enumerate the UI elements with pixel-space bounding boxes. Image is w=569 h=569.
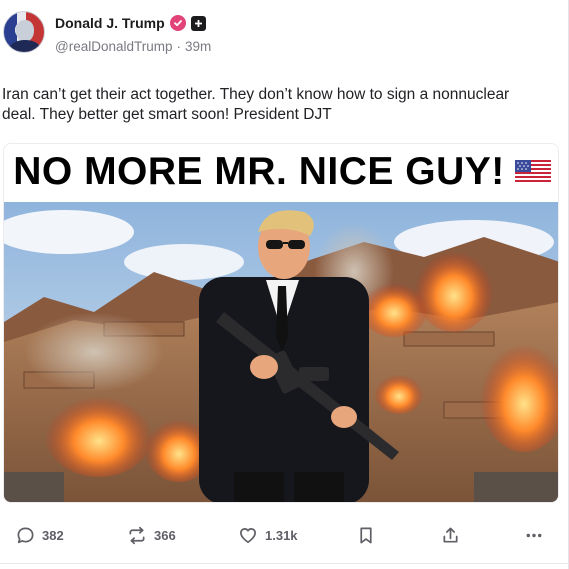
divider <box>0 563 569 564</box>
avatar-face <box>16 20 34 42</box>
image-headline: NO MORE MR. NICE GUY! <box>13 150 505 193</box>
action-bar: 382 366 1.31k <box>0 518 569 552</box>
author-display-name[interactable]: Donald J. Trump <box>55 15 165 31</box>
meta-separator: · <box>176 39 182 54</box>
author-name-row: Donald J. Trump <box>55 14 206 32</box>
bookmark-icon <box>360 527 372 543</box>
repost-count: 366 <box>154 527 176 543</box>
author-handle[interactable]: @realDonaldTrump <box>55 39 173 54</box>
like-button[interactable]: 1.31k <box>238 518 298 552</box>
post-card: Donald J. Trump @realDonaldTrump · 39m I… <box>0 0 569 569</box>
bookmark-button[interactable] <box>357 518 375 552</box>
like-count: 1.31k <box>265 527 298 543</box>
repost-button[interactable]: 366 <box>127 518 176 552</box>
more-options-button[interactable] <box>524 518 544 552</box>
share-icon <box>443 527 458 543</box>
reply-button[interactable]: 382 <box>16 518 64 552</box>
post-text: Iran can’t get their act together. They … <box>2 86 510 123</box>
verified-icon <box>169 15 186 31</box>
photo-illustration <box>4 202 558 502</box>
share-button[interactable] <box>441 518 460 552</box>
us-flag-icon <box>514 160 551 184</box>
like-icon <box>240 527 256 543</box>
reply-icon <box>17 527 34 543</box>
image-headline-bar: NO MORE MR. NICE GUY! <box>4 144 558 200</box>
avatar-shoulders <box>10 40 40 52</box>
repost-icon <box>129 526 145 544</box>
avatar[interactable] <box>3 11 45 53</box>
author-handle-row: @realDonaldTrump · 39m <box>55 39 211 54</box>
plus-icon <box>190 15 206 31</box>
more-icon <box>526 533 542 537</box>
post-image[interactable]: NO MORE MR. NICE GUY! <box>3 143 559 503</box>
reply-count: 382 <box>42 527 64 543</box>
post-timestamp[interactable]: 39m <box>185 39 211 54</box>
